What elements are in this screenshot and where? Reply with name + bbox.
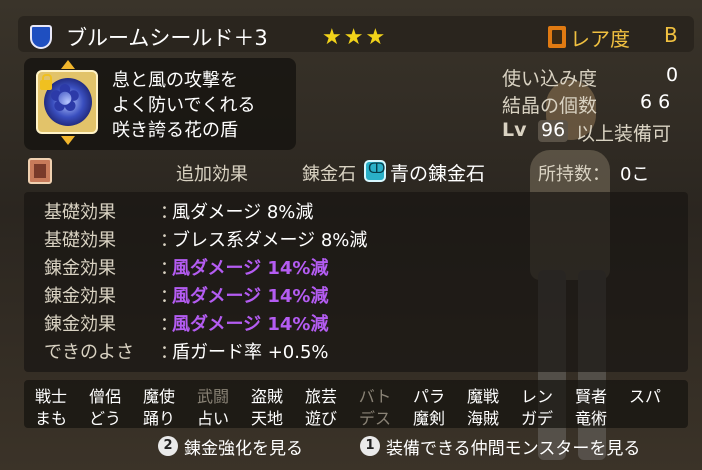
job-cell: 天地: [250, 409, 283, 428]
job-cell: 僧侶: [88, 387, 121, 406]
rarity-value: B: [664, 23, 678, 47]
tab-extra-effect[interactable]: 追加効果: [176, 160, 248, 186]
effect-value: 風ダメージ 14%減: [172, 286, 329, 307]
job-cell: バト: [358, 387, 392, 406]
effect-label: 錬金効果: [44, 314, 116, 335]
effect-value: ブレス系ダメージ 8%減: [172, 230, 368, 251]
button-1-icon: 1: [360, 436, 380, 456]
job-cell: 占い: [196, 409, 229, 428]
crystal-label: 結晶の個数: [502, 95, 598, 117]
alchemy-stone-icon: [364, 160, 386, 182]
effect-label: 基礎効果: [44, 202, 116, 223]
view-alchemy-button[interactable]: 2 錬金強化を見る: [158, 432, 328, 460]
description-line-2: よく防いでくれる: [112, 95, 256, 116]
usage-label: 使い込み度: [502, 68, 598, 90]
job-cell: 盗賊: [250, 387, 283, 406]
crystal-value: 6 6: [640, 91, 671, 113]
shield-icon: [30, 25, 52, 49]
rarity-label: レア度: [570, 27, 630, 51]
lock-icon: [40, 74, 52, 90]
description-line-3: 咲き誇る花の盾: [112, 120, 238, 141]
rarity-stars: ★★★: [322, 25, 388, 50]
effect-label: できのよさ: [44, 342, 134, 363]
item-name: ブルームシールド＋3: [66, 26, 268, 50]
job-cell: レン: [520, 387, 553, 406]
arrow-up-icon[interactable]: [61, 60, 75, 69]
job-cell: 遊び: [304, 409, 337, 428]
book-icon[interactable]: [28, 158, 52, 184]
job-cell: パラ: [412, 387, 445, 406]
job-cell: デス: [358, 409, 391, 428]
effect-value: 盾ガード率 +0.5%: [172, 342, 329, 363]
effect-label: 錬金効果: [44, 286, 116, 307]
job-cell: 武闘: [196, 387, 229, 406]
rarity-icon: [548, 26, 566, 48]
effect-value: 風ダメージ 8%減: [172, 202, 314, 223]
arrow-down-icon[interactable]: [61, 136, 75, 145]
alchemy-stone-name: 青の錬金石: [390, 163, 486, 185]
job-cell: 海賊: [466, 409, 499, 428]
view-alchemy-label: 錬金強化を見る: [184, 439, 303, 459]
job-cell: 魔使: [142, 387, 175, 406]
effect-label: 基礎効果: [44, 230, 116, 251]
job-cell: 竜術: [574, 409, 607, 428]
lv-suffix: 以上装備可: [576, 123, 672, 145]
job-cell: 魔剣: [412, 409, 445, 428]
effect-value: 風ダメージ 14%減: [172, 314, 329, 335]
button-2-icon: 2: [158, 436, 178, 456]
job-cell: 踊り: [142, 409, 175, 428]
usage-value: 0: [666, 64, 679, 86]
job-cell: スパ: [628, 387, 661, 406]
job-cell: 旅芸: [304, 387, 337, 406]
job-cell: まも: [34, 409, 67, 428]
owned-label: 所持数：: [538, 164, 610, 185]
job-cell: 魔戦: [466, 387, 499, 406]
job-cell: 戦士: [34, 387, 67, 406]
owned-value: 0こ: [620, 164, 650, 185]
job-cell: どう: [88, 409, 121, 428]
view-monsters-label: 装備できる仲間モンスターを見る: [386, 439, 641, 459]
alchemy-stone-label: 錬金石: [302, 164, 356, 185]
job-cell: ガデ: [520, 409, 553, 428]
lv-value: 96: [541, 119, 566, 141]
description-line-1: 息と風の攻撃を: [112, 70, 238, 91]
effect-value: 風ダメージ 14%減: [172, 258, 329, 279]
view-monsters-button[interactable]: 1 装備できる仲間モンスターを見る: [360, 432, 680, 460]
job-cell: 賢者: [574, 387, 607, 406]
lv-prefix: Lv: [502, 119, 527, 141]
effect-label: 錬金効果: [44, 258, 116, 279]
